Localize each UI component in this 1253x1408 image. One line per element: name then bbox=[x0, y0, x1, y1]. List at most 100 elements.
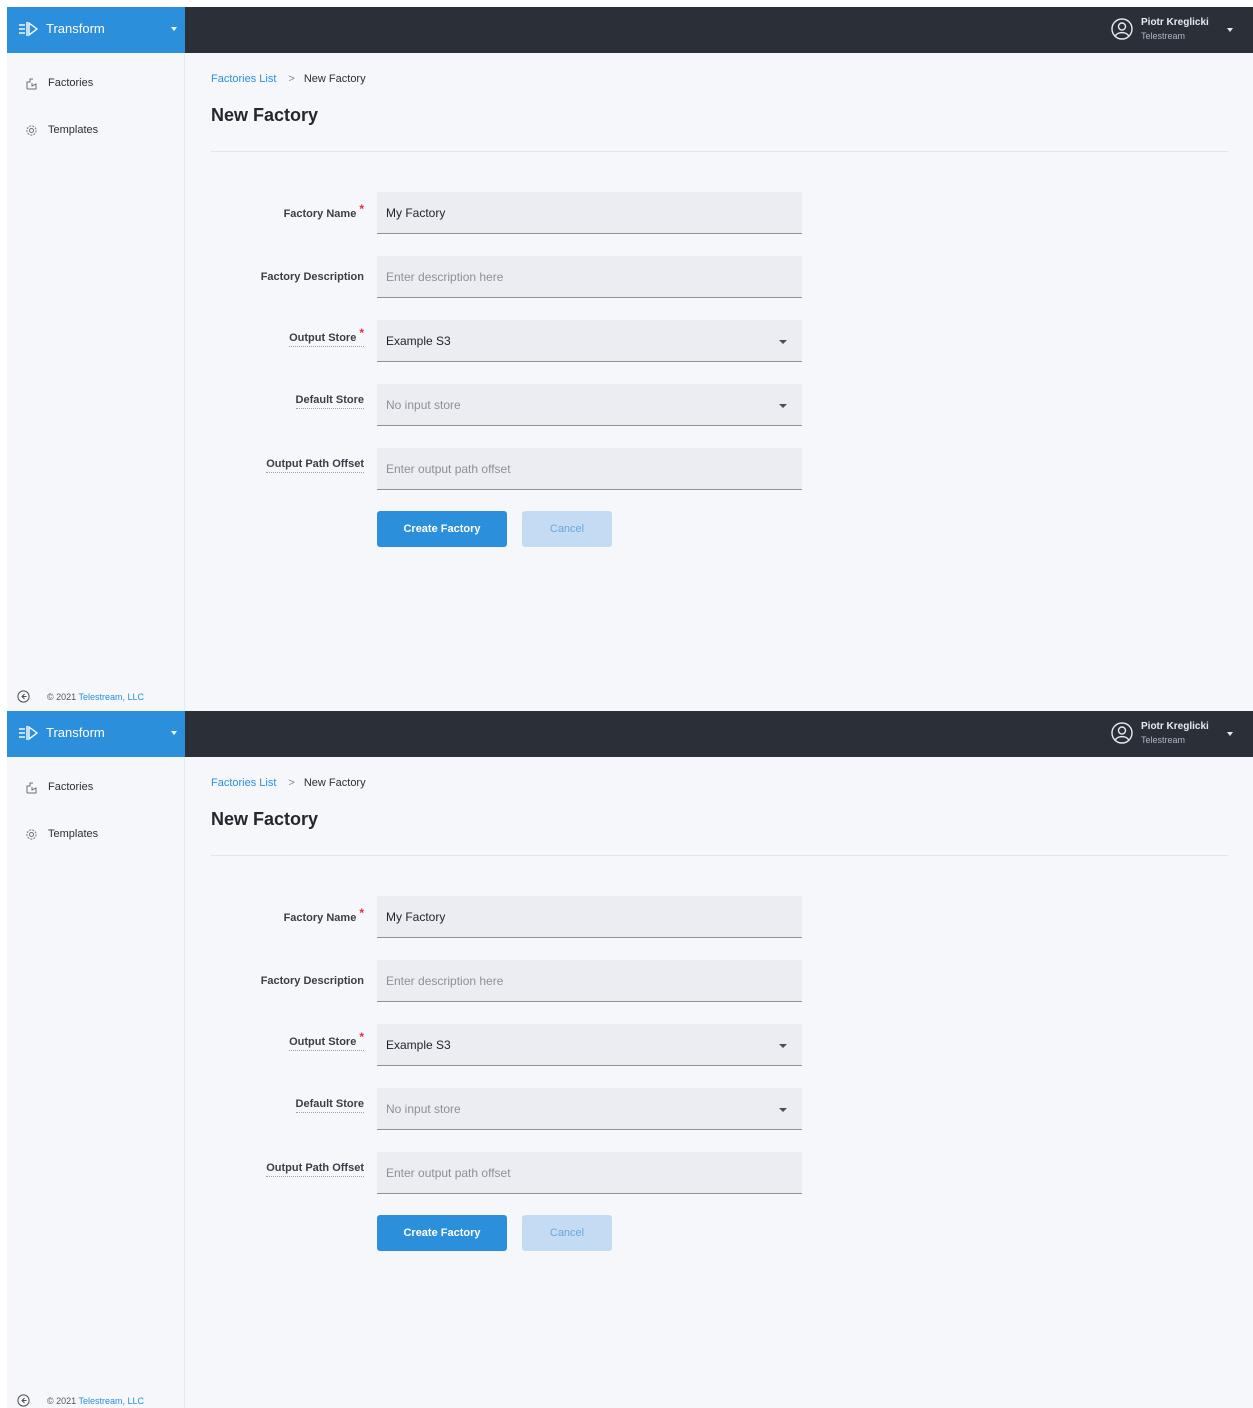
user-organization: Telestream bbox=[1141, 735, 1186, 745]
sidebar-item-templates[interactable]: Templates bbox=[7, 116, 185, 146]
factory-name-label: Factory Name * bbox=[283, 202, 364, 220]
required-marker: * bbox=[359, 202, 364, 216]
breadcrumb-factories-list-link[interactable]: Factories List bbox=[211, 73, 276, 85]
copyright-text: © 2021 Telestream, LLC bbox=[47, 1396, 144, 1406]
create-factory-button[interactable]: Create Factory bbox=[377, 1215, 507, 1251]
main-content: Factories List > New Factory New Factory F… bbox=[185, 53, 1253, 711]
divider bbox=[211, 855, 1228, 856]
user-menu[interactable]: Piotr Kreglicki Telestream bbox=[1111, 719, 1241, 749]
breadcrumb-factories-list-link[interactable]: Factories List bbox=[211, 777, 276, 789]
copyright-year: © 2021 bbox=[47, 692, 77, 702]
default-store-label: Default Store bbox=[295, 394, 364, 409]
output-store-label: Output Store * bbox=[289, 326, 364, 347]
sidebar-item-factories[interactable]: Factories bbox=[7, 773, 185, 803]
user-avatar-icon bbox=[1111, 722, 1133, 744]
label-text: Factory Name bbox=[283, 208, 357, 220]
label-text: Factory Description bbox=[260, 271, 364, 283]
app-switcher-button[interactable]: Transform bbox=[7, 711, 185, 757]
required-marker: * bbox=[359, 326, 364, 340]
chevron-down-icon bbox=[779, 1108, 787, 1112]
user-avatar-icon bbox=[1111, 18, 1133, 40]
input-placeholder: Enter output path offset bbox=[386, 1166, 511, 1180]
output-path-offset-label: Output Path Offset bbox=[266, 458, 364, 473]
factory-description-input[interactable]: Enter description here bbox=[377, 960, 802, 1002]
sidebar-item-factories[interactable]: Factories bbox=[7, 69, 185, 99]
output-store-select[interactable]: Example S3 bbox=[377, 1024, 802, 1066]
input-value: My Factory bbox=[386, 910, 446, 924]
user-name: Piotr Kreglicki bbox=[1141, 721, 1209, 732]
label-text: Factory Name bbox=[283, 912, 357, 924]
breadcrumb: Factories List > New Factory bbox=[211, 73, 366, 85]
cancel-button[interactable]: Cancel bbox=[522, 511, 612, 547]
collapse-arrow-icon[interactable] bbox=[17, 690, 30, 703]
input-value: My Factory bbox=[386, 206, 446, 220]
output-path-offset-input[interactable]: Enter output path offset bbox=[377, 448, 802, 490]
required-marker: * bbox=[359, 1030, 364, 1044]
page-title: New Factory bbox=[211, 809, 319, 829]
top-bar: Transform Piotr Kreglicki Telestream bbox=[7, 711, 1253, 757]
chevron-down-icon bbox=[1227, 28, 1233, 32]
default-store-label: Default Store bbox=[295, 1098, 364, 1113]
gear-icon bbox=[26, 829, 37, 840]
factory-description-label: Factory Description bbox=[261, 271, 364, 283]
user-name: Piotr Kreglicki bbox=[1141, 17, 1209, 28]
chevron-down-icon bbox=[779, 1044, 787, 1048]
output-path-offset-input[interactable]: Enter output path offset bbox=[377, 1152, 802, 1194]
page-title: New Factory bbox=[211, 105, 319, 125]
copyright-text: © 2021 Telestream, LLC bbox=[47, 692, 144, 702]
user-organization: Telestream bbox=[1141, 31, 1186, 41]
label-text: Output Path Offset bbox=[266, 1162, 364, 1174]
select-value: Example S3 bbox=[386, 1038, 451, 1052]
chevron-down-icon bbox=[171, 27, 177, 31]
select-placeholder: No input store bbox=[386, 1102, 461, 1116]
factory-name-label: Factory Name * bbox=[283, 906, 364, 924]
sidebar-item-label: Templates bbox=[48, 124, 99, 136]
chevron-down-icon bbox=[171, 731, 177, 735]
sidebar-item-label: Templates bbox=[48, 828, 99, 840]
create-factory-button[interactable]: Create Factory bbox=[377, 511, 507, 547]
sidebar-item-label: Factories bbox=[48, 77, 94, 89]
input-placeholder: Enter description here bbox=[386, 270, 504, 284]
output-path-offset-label: Output Path Offset bbox=[266, 1162, 364, 1177]
sidebar-footer: © 2021 Telestream, LLC bbox=[17, 690, 177, 704]
app-name: Transform bbox=[46, 21, 105, 36]
required-marker: * bbox=[359, 906, 364, 920]
label-text: Default Store bbox=[295, 1098, 364, 1110]
breadcrumb-current: New Factory bbox=[303, 73, 366, 85]
top-bar: Transform Piotr Kreglicki Telestream bbox=[7, 7, 1253, 53]
cancel-button[interactable]: Cancel bbox=[522, 1215, 612, 1251]
company-link[interactable]: Telestream, LLC bbox=[79, 1396, 145, 1406]
chevron-down-icon bbox=[1227, 732, 1233, 736]
label-text: Default Store bbox=[295, 394, 364, 406]
factory-icon bbox=[26, 782, 37, 794]
input-placeholder: Enter output path offset bbox=[386, 462, 511, 476]
chevron-down-icon bbox=[779, 340, 787, 344]
collapse-arrow-icon[interactable] bbox=[17, 1394, 30, 1407]
label-text: Output Store bbox=[289, 332, 357, 344]
factory-icon bbox=[26, 78, 37, 90]
sidebar: Factories Templates © 2021 Telestream, L… bbox=[7, 757, 185, 1408]
factory-description-label: Factory Description bbox=[261, 975, 364, 987]
transform-logo-icon bbox=[19, 725, 38, 741]
app-switcher-button[interactable]: Transform bbox=[7, 7, 185, 53]
sidebar: Factories Templates © 2021 Telestream, L… bbox=[7, 53, 185, 711]
chevron-down-icon bbox=[779, 404, 787, 408]
copyright-year: © 2021 bbox=[47, 1396, 77, 1406]
company-link[interactable]: Telestream, LLC bbox=[79, 692, 145, 702]
output-store-label: Output Store * bbox=[289, 1030, 364, 1051]
sidebar-footer: © 2021 Telestream, LLC bbox=[17, 1394, 177, 1408]
default-store-select[interactable]: No input store bbox=[377, 384, 802, 426]
sidebar-item-templates[interactable]: Templates bbox=[7, 820, 185, 850]
user-menu[interactable]: Piotr Kreglicki Telestream bbox=[1111, 15, 1241, 45]
default-store-select[interactable]: No input store bbox=[377, 1088, 802, 1130]
divider bbox=[211, 151, 1228, 152]
app-screen: Transform Piotr Kreglicki Telestream Fac… bbox=[7, 711, 1253, 1408]
label-text: Output Store bbox=[289, 1036, 357, 1048]
output-store-select[interactable]: Example S3 bbox=[377, 320, 802, 362]
factory-description-input[interactable]: Enter description here bbox=[377, 256, 802, 298]
sidebar-item-label: Factories bbox=[48, 781, 94, 793]
factory-name-input[interactable]: My Factory bbox=[377, 192, 802, 234]
label-text: Factory Description bbox=[260, 975, 364, 987]
select-placeholder: No input store bbox=[386, 398, 461, 412]
factory-name-input[interactable]: My Factory bbox=[377, 896, 802, 938]
